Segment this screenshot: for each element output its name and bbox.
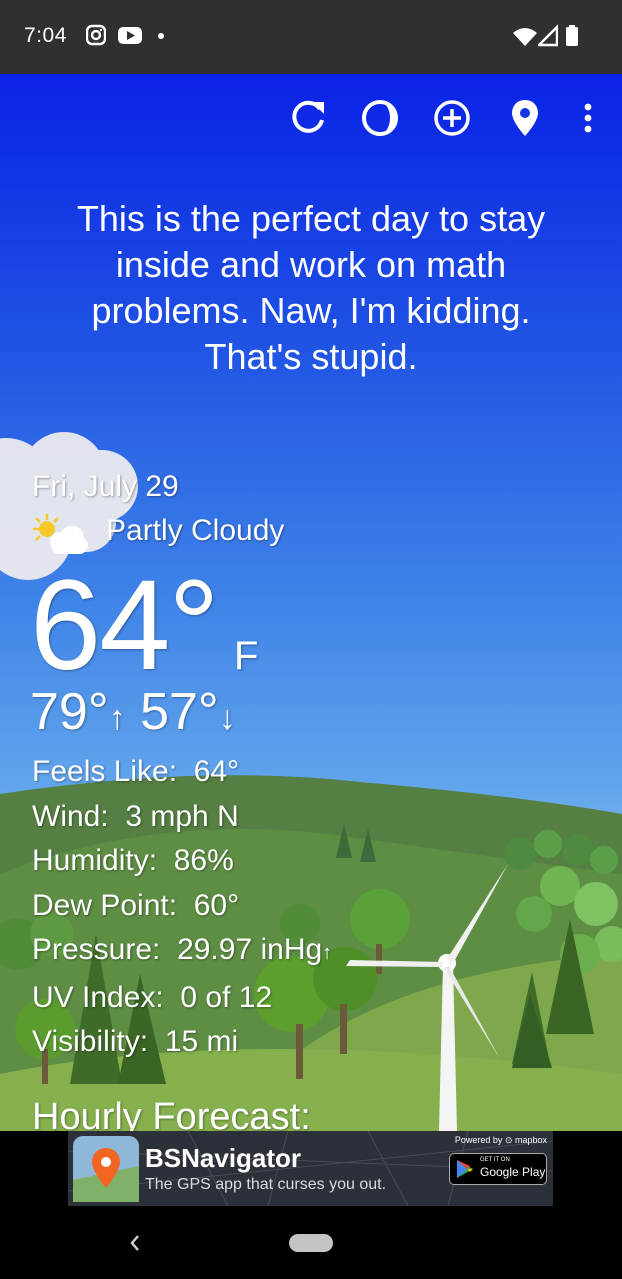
pressure-row: Pressure: 29.97 inHg↑ (32, 928, 332, 976)
wind-row: Wind: 3 mph N (32, 795, 332, 840)
store-caption: GET IT ON (480, 1157, 510, 1163)
ad-title: BSNavigator (145, 1143, 302, 1173)
uv-index-value: 0 of 12 (180, 980, 273, 1014)
pressure-trend-icon: ↑ (322, 942, 333, 964)
back-icon[interactable] (124, 1230, 146, 1256)
detail-label: Humidity: (32, 844, 158, 877)
condition-text: Partly Cloudy (106, 514, 285, 547)
theme-icon[interactable] (358, 96, 402, 140)
dew-point-value: 60° (193, 888, 240, 922)
home-pill-button[interactable] (289, 1234, 333, 1252)
current-temperature: 64° (30, 554, 220, 697)
visibility-row: Visibility: 15 mi (32, 1020, 332, 1065)
high-arrow-icon: ↑ (108, 699, 126, 737)
google-play-icon (457, 1160, 473, 1178)
status-bar: 7:04 (0, 0, 622, 74)
weather-app: This is the perfect day to stay inside a… (0, 74, 622, 1131)
temperature-unit: F (234, 634, 259, 678)
detail-label: UV Index: (32, 980, 164, 1014)
notification-dot-icon (158, 33, 164, 39)
refresh-icon[interactable] (286, 96, 330, 140)
instagram-icon (86, 24, 106, 46)
visibility-value: 15 mi (164, 1025, 239, 1058)
wind-value: 3 mph N (125, 799, 239, 833)
map-pin-app-icon (73, 1136, 139, 1202)
humidity-value: 86% (173, 844, 234, 877)
wifi-icon (513, 28, 537, 46)
add-location-icon[interactable] (430, 96, 474, 140)
store-name: Google Play (480, 1165, 546, 1179)
weather-quote: This is the perfect day to stay inside a… (76, 198, 546, 377)
navigation-bar (0, 1206, 622, 1279)
more-vert-icon[interactable] (566, 96, 610, 140)
mapbox-attribution: Powered by ⊙ mapbox (454, 1135, 547, 1145)
status-time: 7:04 (24, 24, 67, 47)
feels-like-row: Feels Like: 64° (32, 750, 332, 795)
low-arrow-icon: ↓ (218, 699, 236, 737)
humidity-row: Humidity: 86% (32, 839, 332, 884)
ad-banner[interactable]: BSNavigator The GPS app that curses you … (68, 1131, 553, 1206)
forecast-date: Fri, July 29 (32, 470, 179, 503)
uv-index-row: UV Index: 0 of 12 (32, 976, 332, 1021)
partly-cloudy-icon (33, 514, 88, 554)
high-temperature: 79° (30, 683, 109, 741)
pressure-value: 29.97 inHg (177, 933, 323, 966)
high-low-temperatures: 79°↑ 57°↓ (30, 682, 236, 748)
detail-label: Dew Point: (32, 888, 178, 922)
location-pin-icon[interactable] (503, 96, 547, 140)
detail-label: Visibility: (32, 1025, 149, 1058)
battery-icon (566, 25, 578, 46)
ad-subtitle: The GPS app that curses you out. (145, 1176, 387, 1193)
cell-signal-icon (538, 24, 558, 47)
youtube-icon (118, 27, 142, 44)
weather-details: Feels Like: 64° Wind: 3 mph N Humidity: … (32, 750, 332, 1065)
detail-label: Wind: (32, 799, 109, 833)
detail-label: Feels Like: (32, 755, 178, 788)
low-temperature: 57° (140, 683, 219, 741)
hourly-forecast-heading: Hourly Forecast: (32, 1096, 311, 1131)
feels-like-value: 64° (193, 755, 240, 788)
google-play-button[interactable]: GET IT ON Google Play (449, 1153, 547, 1185)
dew-point-row: Dew Point: 60° (32, 884, 332, 929)
detail-label: Pressure: (32, 933, 161, 966)
